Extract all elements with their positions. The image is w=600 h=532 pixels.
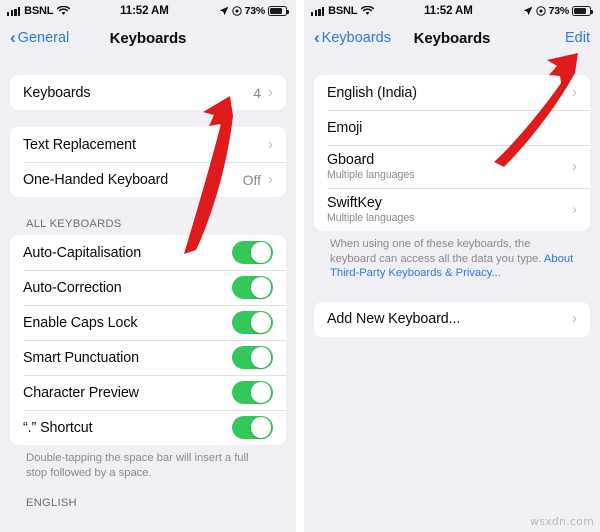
english-section-header: ENGLISH	[26, 497, 77, 509]
back-button-label: Keyboards	[321, 30, 391, 46]
row-enable-caps-lock-label: Enable Caps Lock	[23, 314, 138, 331]
right-content: English (India) › Emoji Gboard Multiple …	[304, 54, 600, 532]
battery-icon	[572, 6, 593, 16]
all-keyboards-toggles-card: Auto-Capitalisation Auto-Correction Enab…	[10, 235, 286, 445]
toggle-period-shortcut[interactable]	[232, 415, 273, 440]
row-swiftkey-text: SwiftKey Multiple languages	[327, 195, 572, 224]
row-english-india-label: English (India)	[327, 84, 417, 101]
row-smart-punctuation-label: Smart Punctuation	[23, 349, 139, 366]
row-gboard-text: Gboard Multiple languages	[327, 152, 572, 181]
toggle-character-preview[interactable]	[232, 380, 273, 405]
location-arrow-icon	[523, 6, 532, 16]
battery-icon	[268, 6, 289, 16]
add-keyboard-card: Add New Keyboard... ›	[314, 301, 590, 337]
battery-percent-label: 73%	[244, 5, 266, 17]
row-swiftkey[interactable]: SwiftKey Multiple languages ›	[314, 188, 590, 231]
row-gboard-label: Gboard	[327, 152, 375, 168]
row-swiftkey-subtitle: Multiple languages	[327, 212, 415, 224]
chevron-right-icon: ›	[572, 83, 577, 101]
back-button-label: General	[17, 30, 70, 46]
alarm-clock-icon	[231, 6, 242, 16]
wifi-icon	[361, 6, 375, 15]
row-text-replacement-label: Text Replacement	[23, 136, 136, 153]
row-one-handed-keyboard[interactable]: One-Handed Keyboard Off ›	[10, 162, 286, 197]
back-button-keyboards[interactable]: ‹ Keyboards	[314, 28, 391, 47]
row-period-shortcut-label: “.” Shortcut	[23, 419, 93, 436]
row-gboard[interactable]: Gboard Multiple languages ›	[314, 145, 590, 188]
row-keyboards-label: Keyboards	[23, 84, 91, 101]
chevron-right-icon: ›	[268, 83, 273, 101]
third-party-keyboards-footnote: When using one of these keyboards, the k…	[314, 231, 590, 281]
row-smart-punctuation[interactable]: Smart Punctuation	[10, 340, 286, 375]
wifi-icon	[57, 6, 71, 15]
row-one-handed-keyboard-label: One-Handed Keyboard	[23, 171, 169, 188]
row-enable-caps-lock[interactable]: Enable Caps Lock	[10, 305, 286, 340]
row-add-new-keyboard-label: Add New Keyboard...	[327, 311, 461, 327]
location-arrow-icon	[219, 6, 228, 16]
row-gboard-subtitle: Multiple languages	[327, 169, 415, 181]
chevron-right-icon: ›	[572, 310, 577, 327]
row-auto-correction-label: Auto-Correction	[23, 279, 122, 296]
toggle-smart-punctuation[interactable]	[232, 345, 273, 370]
carrier-label: BSNL	[24, 5, 54, 17]
row-text-replacement[interactable]: Text Replacement ›	[10, 127, 286, 162]
row-one-handed-keyboard-value: Off	[242, 171, 261, 188]
edit-button[interactable]: Edit	[565, 30, 590, 46]
row-english-india[interactable]: English (India) ›	[314, 75, 590, 110]
row-auto-capitalisation-label: Auto-Capitalisation	[23, 244, 142, 261]
status-bar-right: BSNL 11:52 AM 73%	[304, 0, 600, 22]
left-content: Keyboards 4 › Text Replacement › One-Han…	[0, 54, 296, 532]
footnote-text: When using one of these keyboards, the k…	[330, 238, 544, 265]
screen-divider	[296, 0, 304, 532]
toggle-auto-capitalisation[interactable]	[232, 240, 273, 265]
status-bar-right-group: 73%	[523, 5, 593, 17]
dual-screenshot-container: BSNL 11:52 AM 73% ‹ General Keyboards Ke…	[0, 0, 600, 532]
chevron-right-icon: ›	[268, 170, 273, 188]
row-character-preview-label: Character Preview	[23, 384, 139, 401]
left-phone-screen: BSNL 11:52 AM 73% ‹ General Keyboards Ke…	[0, 0, 296, 532]
status-bar-time: 11:52 AM	[424, 5, 473, 17]
nav-bar-right: ‹ Keyboards Keyboards Edit	[304, 22, 600, 54]
row-auto-correction[interactable]: Auto-Correction	[10, 270, 286, 305]
row-add-new-keyboard[interactable]: Add New Keyboard... ›	[314, 302, 590, 337]
keyboards-count-card: Keyboards 4 ›	[10, 75, 286, 110]
row-swiftkey-label: SwiftKey	[327, 195, 382, 211]
all-keyboards-footnote: Double-tapping the space bar will insert…	[26, 452, 249, 479]
toggle-auto-correction[interactable]	[232, 275, 273, 300]
right-phone-screen: BSNL 11:52 AM 73% ‹ Keyboards Keyboards …	[304, 0, 600, 532]
chevron-right-icon: ›	[268, 135, 273, 153]
row-auto-capitalisation[interactable]: Auto-Capitalisation	[10, 235, 286, 270]
chevron-left-icon: ‹	[314, 28, 320, 47]
back-button-general[interactable]: ‹ General	[10, 28, 70, 47]
chevron-left-icon: ‹	[10, 28, 16, 47]
battery-percent-label: 73%	[548, 5, 570, 17]
row-emoji-label: Emoji	[327, 119, 363, 136]
signal-bars-icon	[7, 6, 21, 16]
status-bar-left: BSNL 11:52 AM 73%	[0, 0, 296, 22]
nav-bar-left: ‹ General Keyboards	[0, 22, 296, 54]
carrier-label: BSNL	[328, 5, 358, 17]
row-character-preview[interactable]: Character Preview	[10, 375, 286, 410]
keyboard-options-card: Text Replacement › One-Handed Keyboard O…	[10, 127, 286, 197]
chevron-right-icon: ›	[572, 200, 577, 218]
status-bar-right-group: 73%	[219, 5, 289, 17]
row-keyboards-value: 4	[253, 84, 261, 101]
all-keyboards-section-header: ALL KEYBOARDS	[26, 218, 122, 230]
signal-bars-icon	[311, 6, 325, 16]
keyboard-list-card: English (India) › Emoji Gboard Multiple …	[314, 75, 590, 231]
status-bar-left-group: BSNL	[311, 5, 375, 17]
row-period-shortcut[interactable]: “.” Shortcut	[10, 410, 286, 445]
status-bar-left-group: BSNL	[7, 5, 71, 17]
watermark-label: wsxdn.com	[530, 515, 594, 528]
row-keyboards[interactable]: Keyboards 4 ›	[10, 75, 286, 110]
row-emoji[interactable]: Emoji	[314, 110, 590, 145]
status-bar-time: 11:52 AM	[120, 5, 169, 17]
alarm-clock-icon	[535, 6, 546, 16]
toggle-enable-caps-lock[interactable]	[232, 310, 273, 335]
chevron-right-icon: ›	[572, 157, 577, 175]
